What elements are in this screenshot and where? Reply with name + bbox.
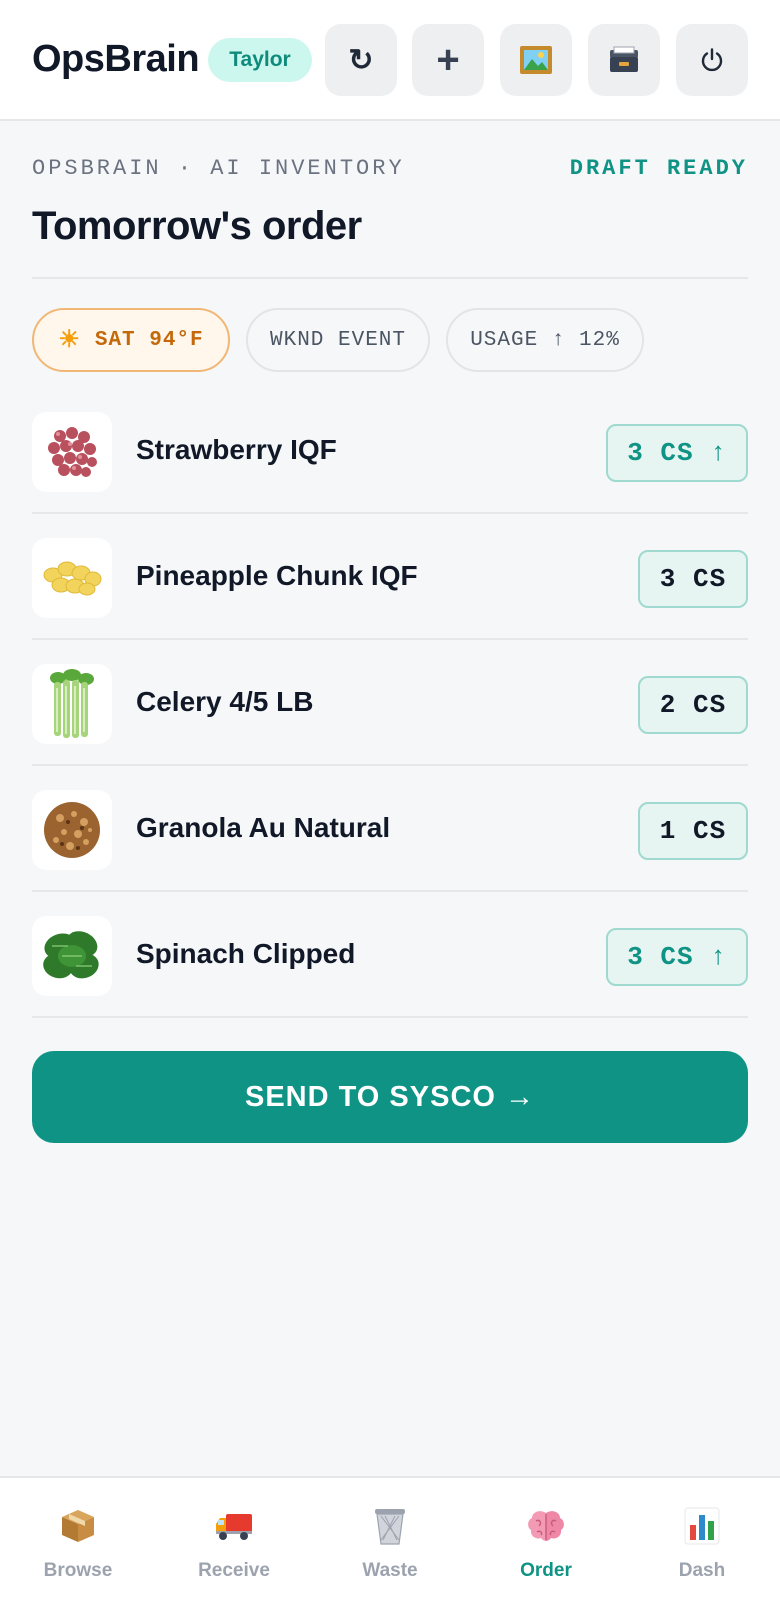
gallery-button[interactable] <box>500 24 572 96</box>
app-brand: OpsBrain <box>32 38 200 80</box>
chip-usage-label: USAGE ↑ 12% <box>470 328 620 352</box>
nav-item-waste[interactable]: Waste <box>312 1478 468 1600</box>
list-item[interactable]: Celery 4/5 LB 2 CS <box>32 640 748 766</box>
chip-usage[interactable]: USAGE ↑ 12% <box>446 308 644 372</box>
item-name: Pineapple Chunk IQF <box>136 560 418 591</box>
chip-weather-label: SAT 94°F <box>94 328 204 352</box>
nav-label: Dash <box>678 1560 726 1581</box>
framed-picture-icon <box>519 45 553 75</box>
item-name: Granola Au Natural <box>136 812 391 843</box>
page-title: Tomorrow's order <box>32 204 362 248</box>
archive-button[interactable] <box>588 24 660 96</box>
strawberry-icon <box>32 412 112 492</box>
quantity-badge[interactable]: 1 CS <box>638 802 748 860</box>
nav-label: Waste <box>362 1560 418 1581</box>
granola-icon <box>32 790 112 870</box>
power-button[interactable] <box>676 24 748 96</box>
quantity-badge[interactable]: 3 CS <box>638 550 748 608</box>
item-name: Celery 4/5 LB <box>136 686 314 717</box>
bar-chart-icon <box>624 1504 780 1548</box>
divider <box>32 277 748 279</box>
chip-weekend-event[interactable]: WKND EVENT <box>246 308 430 372</box>
list-item[interactable]: Granola Au Natural 1 CS <box>32 766 748 892</box>
list-item[interactable]: Spinach Clipped 3 CS ↑ <box>32 892 748 1018</box>
package-icon <box>0 1504 156 1548</box>
plus-icon: + <box>436 37 460 82</box>
spinach-icon <box>32 916 112 996</box>
pineapple-chunk-icon <box>32 538 112 618</box>
brain-icon <box>468 1504 624 1548</box>
nav-label: Browse <box>43 1560 113 1581</box>
nav-label: Receive <box>198 1560 270 1581</box>
list-item[interactable]: Strawberry IQF 3 CS ↑ <box>32 388 748 514</box>
app-header: OpsBrain Taylor ↻ + <box>0 0 780 121</box>
quantity-badge[interactable]: 3 CS ↑ <box>606 928 748 986</box>
list-item[interactable]: Pineapple Chunk IQF 3 CS <box>32 514 748 640</box>
delivery-truck-icon <box>156 1504 312 1548</box>
quantity-badge[interactable]: 2 CS <box>638 676 748 734</box>
item-name: Strawberry IQF <box>136 434 337 465</box>
wastebasket-icon <box>312 1504 468 1548</box>
refresh-icon: ↻ <box>348 43 374 77</box>
user-badge[interactable]: Taylor <box>208 38 312 82</box>
divider <box>32 1016 748 1018</box>
nav-item-browse[interactable]: Browse <box>0 1478 156 1600</box>
nav-item-receive[interactable]: Receive <box>156 1478 312 1600</box>
nav-label: Order <box>520 1560 572 1581</box>
send-to-sysco-button[interactable]: SEND TO SYSCO → <box>32 1051 748 1143</box>
card-file-box-icon <box>608 46 640 74</box>
nav-item-order[interactable]: Order <box>468 1478 624 1600</box>
chip-weather[interactable]: ☀ SAT 94°F <box>32 308 230 372</box>
refresh-button[interactable]: ↻ <box>325 24 397 96</box>
nav-item-dash[interactable]: Dash <box>624 1478 780 1600</box>
draft-status: DRAFT READY <box>569 156 748 181</box>
sun-icon: ☀ <box>58 328 81 355</box>
chip-weekend-event-label: WKND EVENT <box>269 328 407 352</box>
add-button[interactable]: + <box>412 24 484 96</box>
celery-icon <box>32 664 112 744</box>
item-name: Spinach Clipped <box>136 938 356 969</box>
bottom-nav: Browse Receive Waste Order Dash <box>0 1476 780 1600</box>
quantity-badge[interactable]: 3 CS ↑ <box>606 424 748 482</box>
power-icon <box>699 47 725 73</box>
section-eyebrow: OPSBRAIN · AI INVENTORY <box>32 156 405 181</box>
